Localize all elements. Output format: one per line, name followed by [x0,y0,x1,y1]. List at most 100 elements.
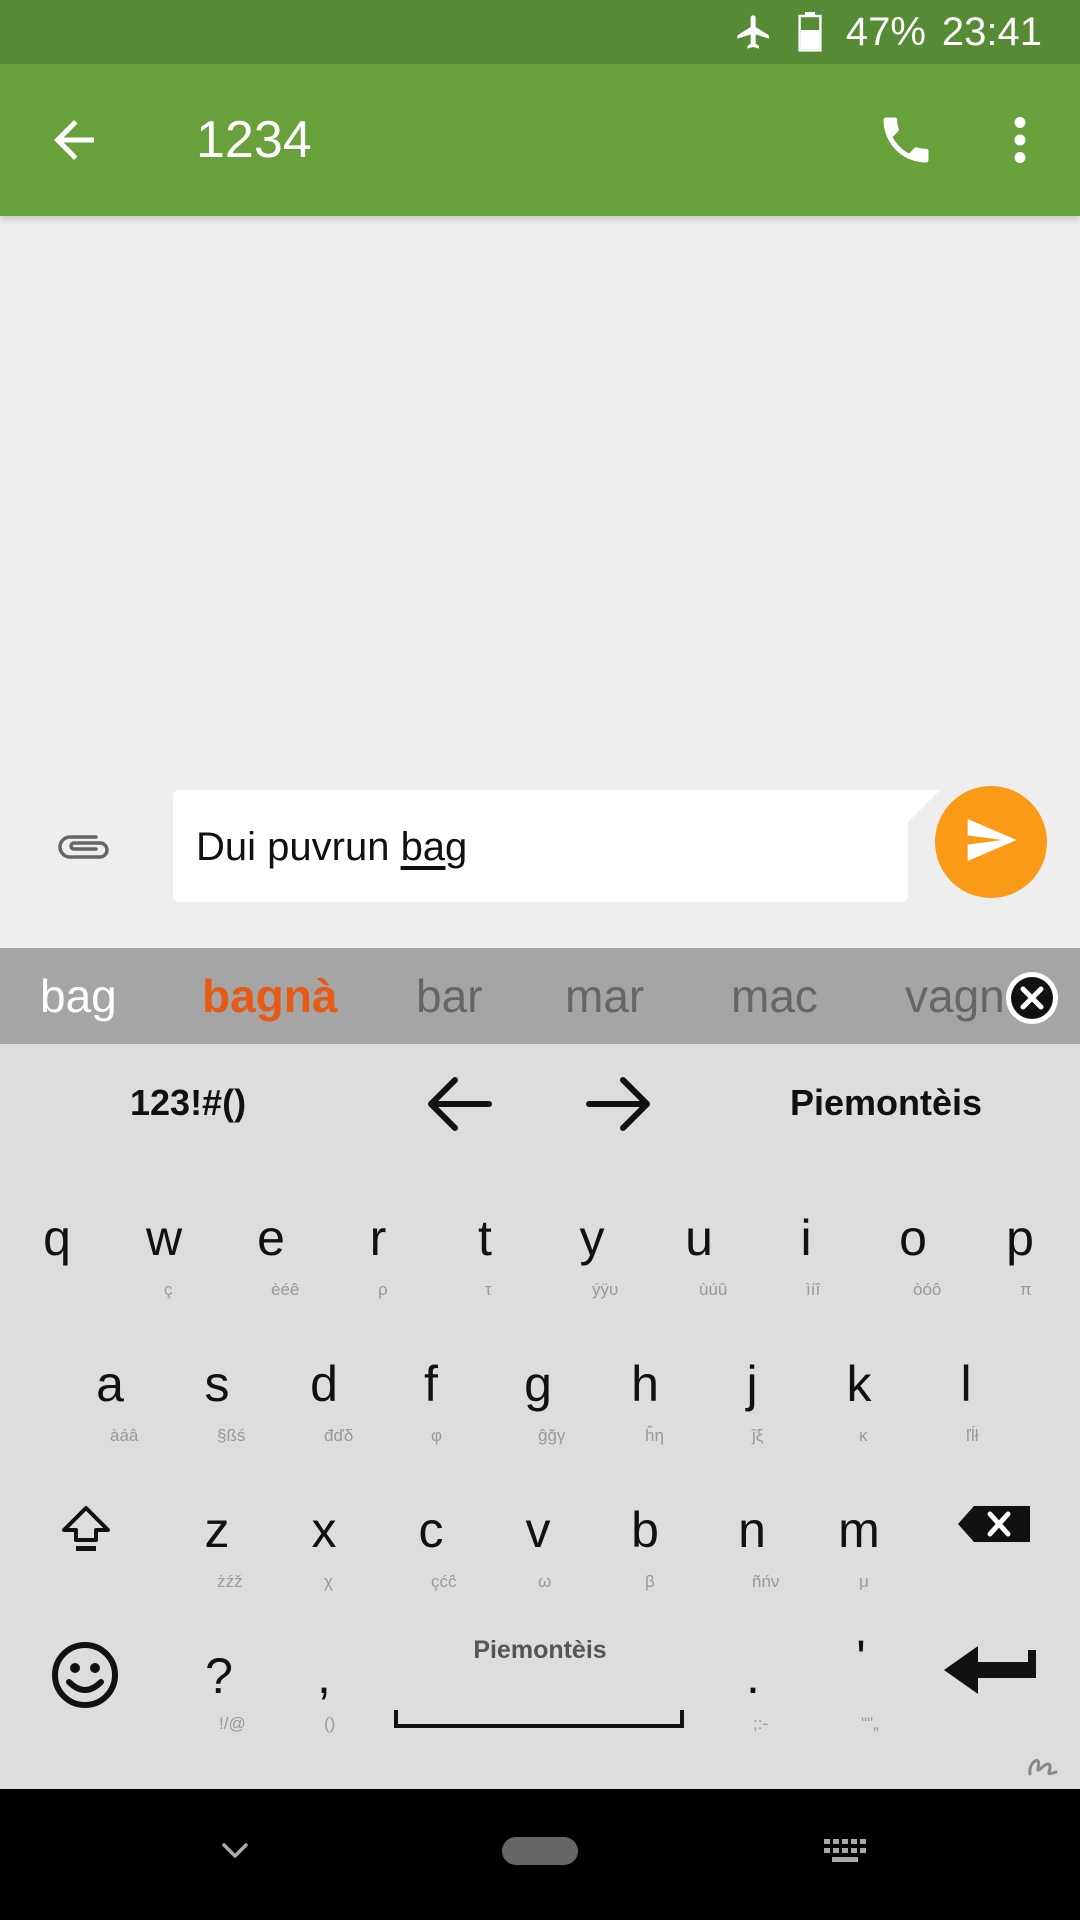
key-a[interactable]: a àáâ [57,1354,163,1494]
key-label: b [631,1502,659,1558]
key-d[interactable]: d đďδ [271,1354,377,1494]
key-alt-chars: ĥη [645,1426,664,1445]
key-alt-chars: τ [485,1280,492,1299]
key-alt-chars: đďδ [324,1426,354,1445]
key-g[interactable]: g ĝğγ [485,1354,591,1494]
key-alt-chars: §ßś [217,1426,246,1445]
key-y[interactable]: y ýÿυ [539,1208,645,1348]
space-language-label: Piemontèis [473,1636,607,1664]
key-alt-chars: ω [538,1572,552,1591]
left-arrow-icon[interactable] [423,1074,495,1134]
keyboard-control-row: 123!#() Piemontèis [0,1044,1080,1164]
close-suggestions-icon[interactable] [1004,970,1060,1026]
key-label: m [838,1502,880,1558]
key-label: ? [205,1648,233,1704]
send-icon [963,812,1019,873]
key-punct-1[interactable]: ,() [271,1646,377,1786]
key-x[interactable]: xχ [271,1500,377,1640]
key-alt-chars: ""„ [861,1714,879,1733]
key-label: j [746,1356,758,1412]
key-s[interactable]: s §ßś [164,1354,270,1494]
key-r[interactable]: rρ [325,1208,431,1348]
hide-keyboard-icon[interactable] [218,1831,252,1871]
key-z[interactable]: z żźž [164,1500,270,1640]
key-alt-chars: çćĉ [431,1572,457,1591]
battery-icon [790,10,830,54]
conversation-title: 1234 [196,111,312,169]
key-j[interactable]: j ĵξ [699,1354,805,1494]
key-i[interactable]: i ìíî [753,1208,859,1348]
key-alt-chars: ùúû [699,1280,728,1299]
key-t[interactable]: tτ [432,1208,538,1348]
status-right: 47% 23:41 [734,0,1042,64]
more-vert-icon[interactable] [1000,110,1040,170]
key-label: t [478,1210,492,1266]
language-key[interactable]: Piemontèis [790,1082,982,1124]
suggestion-bar: bag bagnà bar mar mac vagn [0,948,1080,1044]
key-m[interactable]: mμ [806,1500,912,1640]
key-alt-chars: ìíî [806,1280,821,1299]
suggestion-2[interactable]: bar [416,948,482,1044]
keyboard-switch-icon[interactable] [822,1837,868,1865]
key-u[interactable]: u ùúû [646,1208,752,1348]
key-label: v [525,1502,551,1558]
shift-icon[interactable] [56,1500,116,1560]
suggestion-0[interactable]: bag [40,948,117,1044]
key-label: a [96,1356,124,1412]
backspace-icon[interactable] [958,1506,1030,1542]
swype-icon[interactable] [1024,1748,1060,1784]
key-v[interactable]: vω [485,1500,591,1640]
key-alt-chars: òóô [913,1280,942,1299]
enter-icon[interactable] [944,1644,1040,1696]
home-pill-icon[interactable] [502,1837,578,1865]
key-punct-0[interactable]: ? !/@ [166,1646,272,1786]
symbols-key[interactable]: 123!#() [130,1082,246,1124]
key-label: n [738,1502,766,1558]
key-h[interactable]: h ĥη [592,1354,698,1494]
key-alt-chars: φ [431,1426,443,1445]
right-arrow-icon[interactable] [583,1074,655,1134]
key-o[interactable]: o òóô [860,1208,966,1348]
clock: 23:41 [941,9,1042,54]
back-arrow-icon[interactable] [44,110,104,170]
key-f[interactable]: fφ [378,1354,484,1494]
key-label: p [1006,1210,1034,1266]
key-punct-2[interactable]: . ;:- [700,1646,806,1786]
key-n[interactable]: n ñńν [699,1500,805,1640]
emoji-icon[interactable] [50,1640,120,1710]
key-b[interactable]: bβ [592,1500,698,1640]
status-bar: 47% 23:41 [0,0,1080,64]
paperclip-icon[interactable] [52,815,116,879]
key-c[interactable]: c çćĉ [378,1500,484,1640]
key-q[interactable]: q [4,1208,110,1348]
navigation-bar [0,1789,1080,1920]
airplane-mode-icon [734,10,774,54]
space-bar[interactable] [394,1710,684,1728]
send-button[interactable] [935,786,1047,898]
key-label: l [960,1356,972,1412]
key-alt-chars: żźž [217,1572,243,1591]
key-alt-chars: ľĺł [966,1426,979,1445]
key-label: d [310,1356,338,1412]
message-input-text[interactable]: Dui puvrun bag [196,822,467,872]
key-p[interactable]: pπ [967,1208,1073,1348]
key-alt-chars: ç [164,1280,173,1299]
key-label: q [43,1210,71,1266]
suggestion-3[interactable]: mar [565,948,644,1044]
suggestion-4[interactable]: mac [731,948,818,1044]
key-l[interactable]: l ľĺł [913,1354,1019,1494]
key-w[interactable]: wç [111,1208,217,1348]
key-k[interactable]: kκ [806,1354,912,1494]
key-label: z [204,1502,230,1558]
key-punct-3[interactable]: ' ""„ [808,1628,914,1768]
key-label: g [524,1356,552,1412]
suggestion-5[interactable]: vagn [905,948,1005,1044]
key-label: x [311,1502,337,1558]
key-alt-chars: àáâ [110,1426,139,1445]
key-label: w [145,1210,183,1266]
key-label: c [418,1502,444,1558]
suggestion-1[interactable]: bagnà [202,948,337,1044]
phone-icon[interactable] [876,110,936,170]
key-e[interactable]: e èéê [218,1208,324,1348]
key-label: y [579,1210,605,1266]
